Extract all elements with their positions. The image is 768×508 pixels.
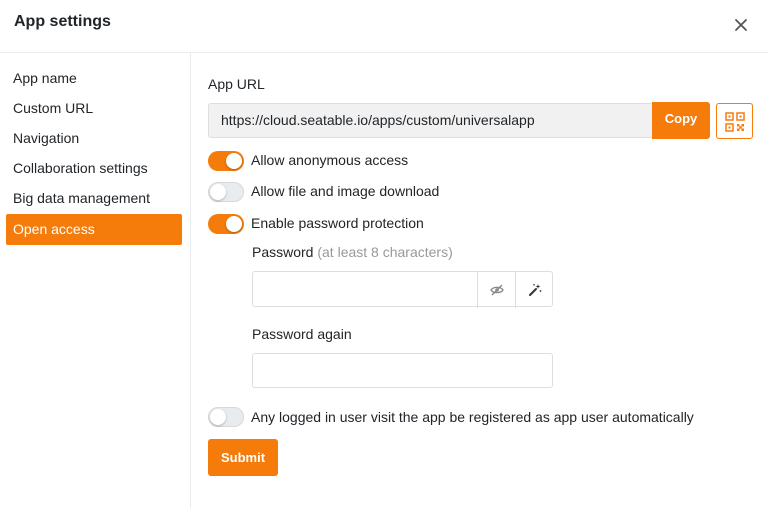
- close-icon[interactable]: [732, 16, 750, 34]
- eye-off-icon: [490, 284, 504, 296]
- password-label: Password (at least 8 characters): [252, 244, 453, 260]
- qr-code-button[interactable]: [716, 103, 753, 139]
- copy-button[interactable]: Copy: [652, 102, 710, 139]
- toggle-knob: [210, 184, 226, 200]
- sidebar-item-app-name[interactable]: App name: [6, 63, 182, 94]
- file-download-label: Allow file and image download: [251, 183, 440, 199]
- sidebar-item-custom-url[interactable]: Custom URL: [6, 93, 182, 124]
- toggle-knob: [226, 216, 242, 232]
- sidebar-item-navigation[interactable]: Navigation: [6, 123, 182, 154]
- dialog-title: App settings: [14, 13, 111, 30]
- settings-sidebar: App name Custom URL Navigation Collabora…: [0, 53, 191, 508]
- sidebar-item-open-access[interactable]: Open access: [6, 214, 182, 245]
- password-protection-toggle[interactable]: [208, 214, 244, 234]
- app-url-label: App URL: [208, 76, 265, 92]
- settings-main: App URL https://cloud.seatable.io/apps/c…: [191, 53, 768, 508]
- password-hint: (at least 8 characters): [317, 244, 453, 260]
- app-url-field[interactable]: https://cloud.seatable.io/apps/custom/un…: [208, 103, 653, 138]
- auto-register-toggle[interactable]: [208, 407, 244, 427]
- password-again-label: Password again: [252, 326, 352, 342]
- file-download-toggle[interactable]: [208, 182, 244, 202]
- submit-button[interactable]: Submit: [208, 439, 278, 476]
- generate-password-button[interactable]: [515, 272, 553, 308]
- magic-wand-icon: [529, 284, 542, 296]
- password-protection-label: Enable password protection: [251, 215, 424, 231]
- anonymous-access-toggle[interactable]: [208, 151, 244, 171]
- dialog-header: App settings: [0, 0, 768, 53]
- password-label-text: Password: [252, 244, 314, 260]
- toggle-knob: [210, 409, 226, 425]
- password-input[interactable]: [252, 271, 553, 308]
- toggle-knob: [226, 153, 242, 169]
- toggle-password-visibility-button[interactable]: [477, 272, 515, 308]
- auto-register-label: Any logged in user visit the app be regi…: [251, 409, 694, 425]
- sidebar-item-collaboration-settings[interactable]: Collaboration settings: [6, 153, 182, 184]
- anonymous-access-label: Allow anonymous access: [251, 152, 409, 168]
- password-again-input[interactable]: [252, 353, 553, 388]
- qr-code-icon: [725, 112, 745, 132]
- sidebar-item-big-data-management[interactable]: Big data management: [6, 183, 182, 214]
